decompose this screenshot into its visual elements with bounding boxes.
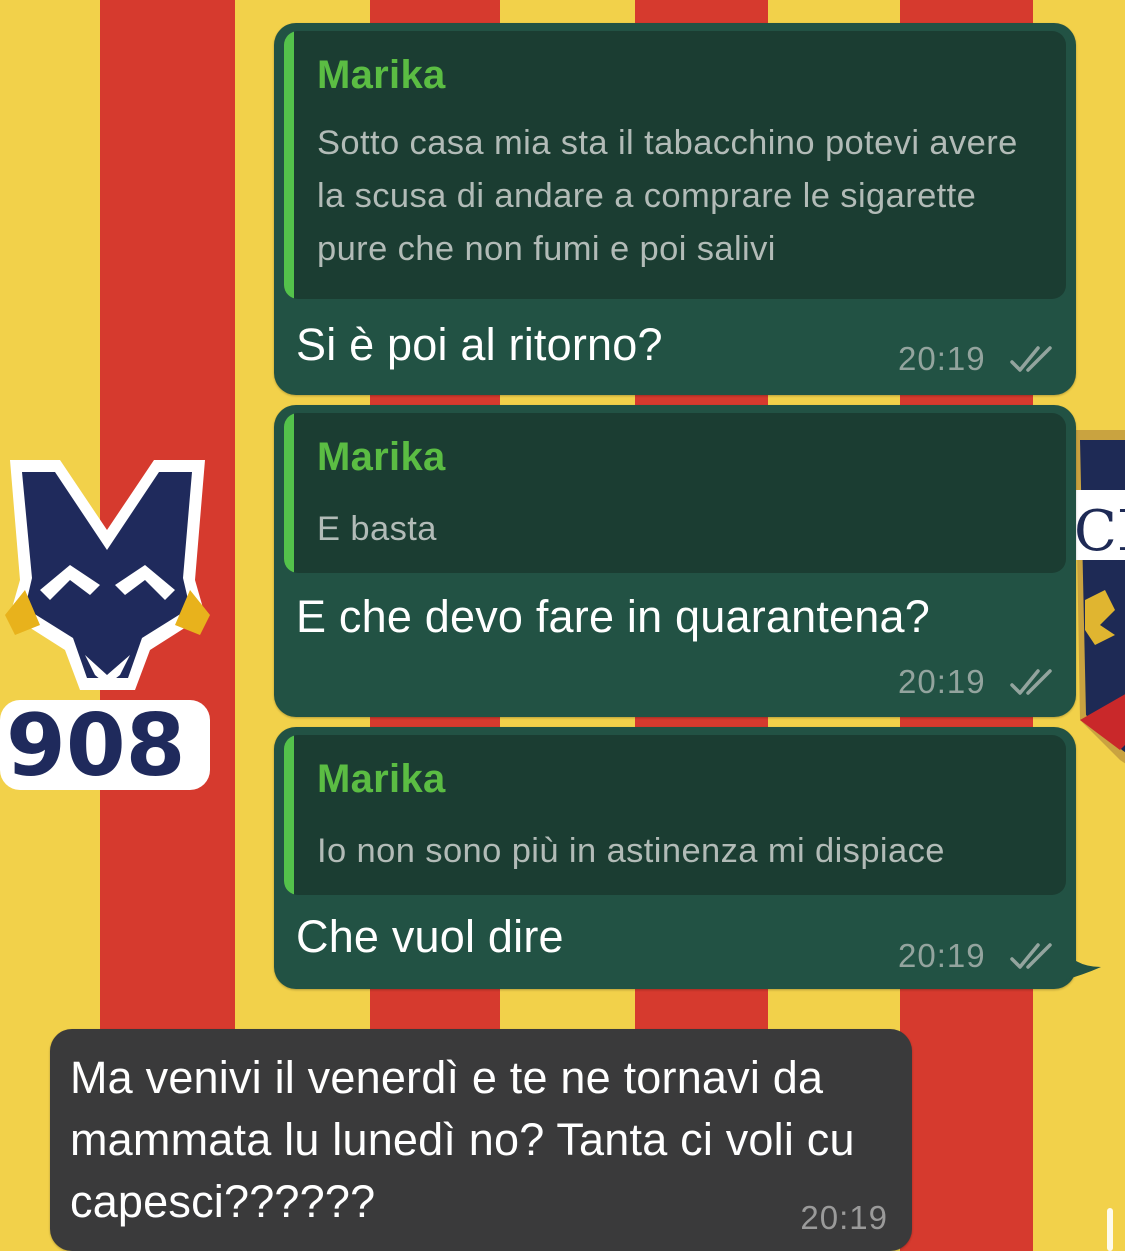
message-timestamp: 20:19 <box>898 340 986 377</box>
read-double-check-icon <box>1010 943 1052 969</box>
crest-letters: CE <box>1074 499 1125 564</box>
outgoing-message-2[interactable]: Marika E basta E che devo fare in quaran… <box>274 405 1076 717</box>
message-text: Ma venivi il venerdì e te ne tornavi da … <box>70 1052 855 1227</box>
quote-text: Io non sono più in astinenza mi dispiace <box>317 832 945 870</box>
read-double-check-icon <box>1010 669 1052 695</box>
svg-text:908: 908 <box>6 696 186 796</box>
bubble-tail <box>1061 945 1101 981</box>
quoted-message[interactable]: Marika Io non sono più in astinenza mi d… <box>284 735 1066 895</box>
message-timestamp: 20:19 <box>898 937 986 974</box>
read-double-check-icon <box>1010 346 1052 372</box>
quote-sender-name: Marika <box>317 757 446 801</box>
quote-text: Sotto casa mia sta il tabacchino potevi … <box>317 124 1018 268</box>
outgoing-message-1[interactable]: Marika Sotto casa mia sta il tabacchino … <box>274 23 1076 395</box>
message-timestamp: 20:19 <box>800 1199 888 1236</box>
incoming-message[interactable]: Ma venivi il venerdì e te ne tornavi da … <box>50 1029 912 1251</box>
message-text: Si è poi al ritorno? <box>296 319 663 370</box>
quote-accent-bar <box>284 735 294 895</box>
quote-text: E basta <box>317 510 437 548</box>
wolf-logo-number: 908 <box>6 696 186 796</box>
message-text: Che vuol dire <box>296 911 564 962</box>
quote-accent-bar <box>284 413 294 573</box>
message-text: E che devo fare in quarantena? <box>296 591 930 642</box>
message-timestamp: 20:19 <box>898 663 986 700</box>
quote-sender-name: Marika <box>317 53 446 97</box>
quote-accent-bar <box>284 31 294 299</box>
quoted-message[interactable]: Marika E basta <box>284 413 1066 573</box>
wolf-logo-icon: 908 <box>0 460 210 796</box>
outgoing-message-3[interactable]: Marika Io non sono più in astinenza mi d… <box>274 727 1076 989</box>
scroll-indicator[interactable] <box>1107 1208 1113 1251</box>
quoted-message[interactable]: Marika Sotto casa mia sta il tabacchino … <box>284 31 1066 299</box>
quote-sender-name: Marika <box>317 435 446 479</box>
